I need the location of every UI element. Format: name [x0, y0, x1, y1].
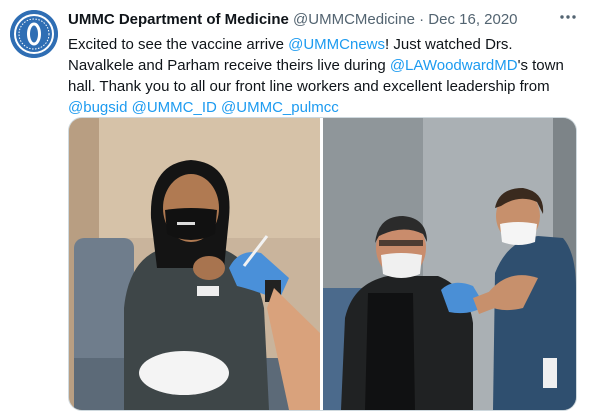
tweet-date[interactable]: Dec 16, 2020	[428, 11, 517, 28]
mention-link[interactable]: @UMMC_ID	[132, 99, 217, 116]
author-handle[interactable]: @UMMCMedicine	[293, 11, 415, 28]
mention-link[interactable]: @UMMCnews	[288, 36, 385, 53]
mention-link[interactable]: @LAWoodwardMD	[390, 57, 518, 74]
tweet-text-segment: Excited to see the vaccine arrive	[68, 36, 289, 53]
avatar[interactable]	[10, 10, 58, 58]
separator: ·	[419, 11, 425, 28]
media-container	[68, 117, 577, 411]
mention-link[interactable]: @UMMC_pulmcc	[221, 99, 339, 116]
tweet-text: Excited to see the vaccine arrive @UMMCn…	[68, 34, 574, 118]
mention-link[interactable]: @bugsid	[68, 99, 127, 116]
photo-left[interactable]	[69, 118, 320, 410]
vaccine-photo-left	[69, 118, 320, 410]
tweet[interactable]: UMMC Department of Medicine @UMMCMedicin…	[0, 0, 589, 411]
tweet-header: UMMC Department of Medicine @UMMCMedicin…	[68, 11, 577, 31]
ummc-logo-icon	[10, 10, 58, 58]
author-name[interactable]: UMMC Department of Medicine	[68, 11, 289, 28]
vaccine-photo-right	[323, 118, 576, 410]
photo-right[interactable]	[323, 118, 576, 410]
more-options-button[interactable]	[557, 10, 579, 30]
more-options-icon	[560, 15, 576, 19]
